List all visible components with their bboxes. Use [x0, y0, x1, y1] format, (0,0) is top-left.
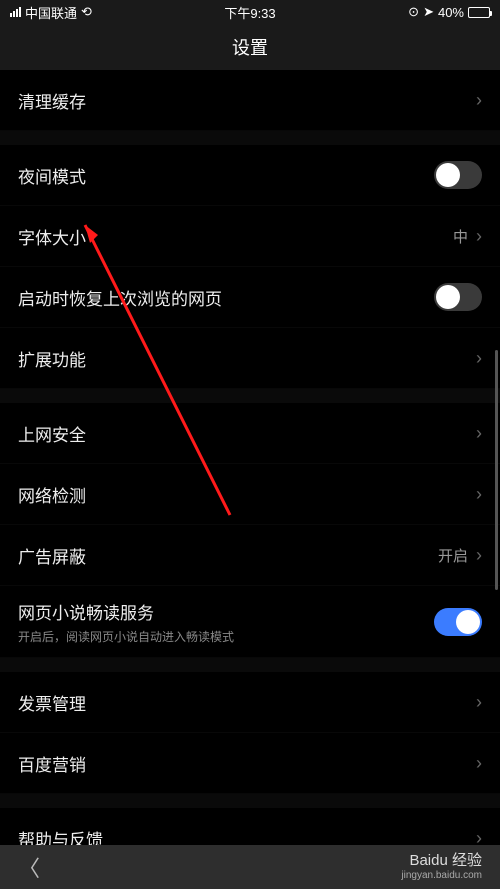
row-label: 上网安全 — [18, 421, 86, 446]
row-restore-tabs[interactable]: 启动时恢复上次浏览的网页 — [0, 267, 500, 328]
page-title: 设置 — [232, 34, 268, 60]
row-invoice[interactable]: 发票管理 › — [0, 672, 500, 733]
row-label: 启动时恢复上次浏览的网页 — [18, 285, 222, 310]
status-bar: 中国联通 ⟲ 下午9:33 ⊙ ➤ 40% — [0, 0, 500, 24]
chevron-right-icon: › — [476, 226, 482, 247]
novel-service-toggle[interactable] — [434, 608, 482, 636]
section-gap — [0, 131, 500, 145]
chevron-right-icon: › — [476, 348, 482, 369]
header: 设置 — [0, 24, 500, 70]
watermark-brand: Baidu 经验 — [409, 853, 482, 870]
status-right: ⊙ ➤ 40% — [408, 4, 490, 20]
row-label: 发票管理 — [18, 690, 86, 715]
row-label: 网页小说畅读服务 — [18, 599, 234, 624]
section-gap — [0, 658, 500, 672]
row-ad-block[interactable]: 广告屏蔽 开启 › — [0, 525, 500, 586]
row-marketing[interactable]: 百度营销 › — [0, 733, 500, 794]
row-label: 网络检测 — [18, 482, 86, 507]
battery-pct: 40% — [438, 5, 464, 20]
signal-icon — [10, 7, 21, 17]
location-icon: ➤ — [423, 4, 434, 20]
row-security[interactable]: 上网安全 › — [0, 403, 500, 464]
settings-list: 清理缓存 › 夜间模式 字体大小 中 › 启动时恢复上次浏览的网页 扩展功能 ›… — [0, 70, 500, 869]
chevron-right-icon: › — [476, 545, 482, 566]
chevron-right-icon: › — [476, 423, 482, 444]
section-gap — [0, 794, 500, 808]
carrier-label: 中国联通 — [25, 3, 77, 22]
row-network-check[interactable]: 网络检测 › — [0, 464, 500, 525]
back-button[interactable]: 〈 — [18, 851, 40, 883]
row-label: 百度营销 — [18, 751, 86, 776]
row-sublabel: 开启后，阅读网页小说自动进入畅读模式 — [18, 628, 234, 645]
chevron-right-icon: › — [476, 90, 482, 111]
night-mode-toggle[interactable] — [434, 161, 482, 189]
row-font-size[interactable]: 字体大小 中 › — [0, 206, 500, 267]
row-label: 夜间模式 — [18, 163, 86, 188]
restore-tabs-toggle[interactable] — [434, 283, 482, 311]
battery-icon — [468, 7, 490, 18]
row-label: 广告屏蔽 — [18, 543, 86, 568]
watermark-url: jingyan.baidu.com — [401, 870, 482, 881]
status-time: 下午9:33 — [224, 3, 275, 22]
status-left: 中国联通 ⟲ — [10, 3, 92, 22]
row-value: 开启 — [438, 545, 468, 566]
chevron-right-icon: › — [476, 753, 482, 774]
row-clear-cache[interactable]: 清理缓存 › — [0, 70, 500, 131]
row-label: 扩展功能 — [18, 346, 86, 371]
alarm-icon: ⊙ — [408, 4, 419, 20]
row-extensions[interactable]: 扩展功能 › — [0, 328, 500, 389]
chevron-right-icon: › — [476, 484, 482, 505]
chevron-right-icon: › — [476, 692, 482, 713]
section-gap — [0, 389, 500, 403]
row-night-mode[interactable]: 夜间模式 — [0, 145, 500, 206]
link-icon: ⟲ — [81, 4, 92, 20]
row-novel-service[interactable]: 网页小说畅读服务 开启后，阅读网页小说自动进入畅读模式 — [0, 586, 500, 658]
row-value: 中 — [453, 226, 468, 247]
row-label: 字体大小 — [18, 224, 86, 249]
bottom-bar: 〈 Baidu 经验 jingyan.baidu.com — [0, 845, 500, 889]
watermark: Baidu 经验 jingyan.baidu.com — [401, 853, 482, 881]
row-label: 清理缓存 — [18, 88, 86, 113]
scroll-indicator[interactable] — [495, 350, 498, 590]
